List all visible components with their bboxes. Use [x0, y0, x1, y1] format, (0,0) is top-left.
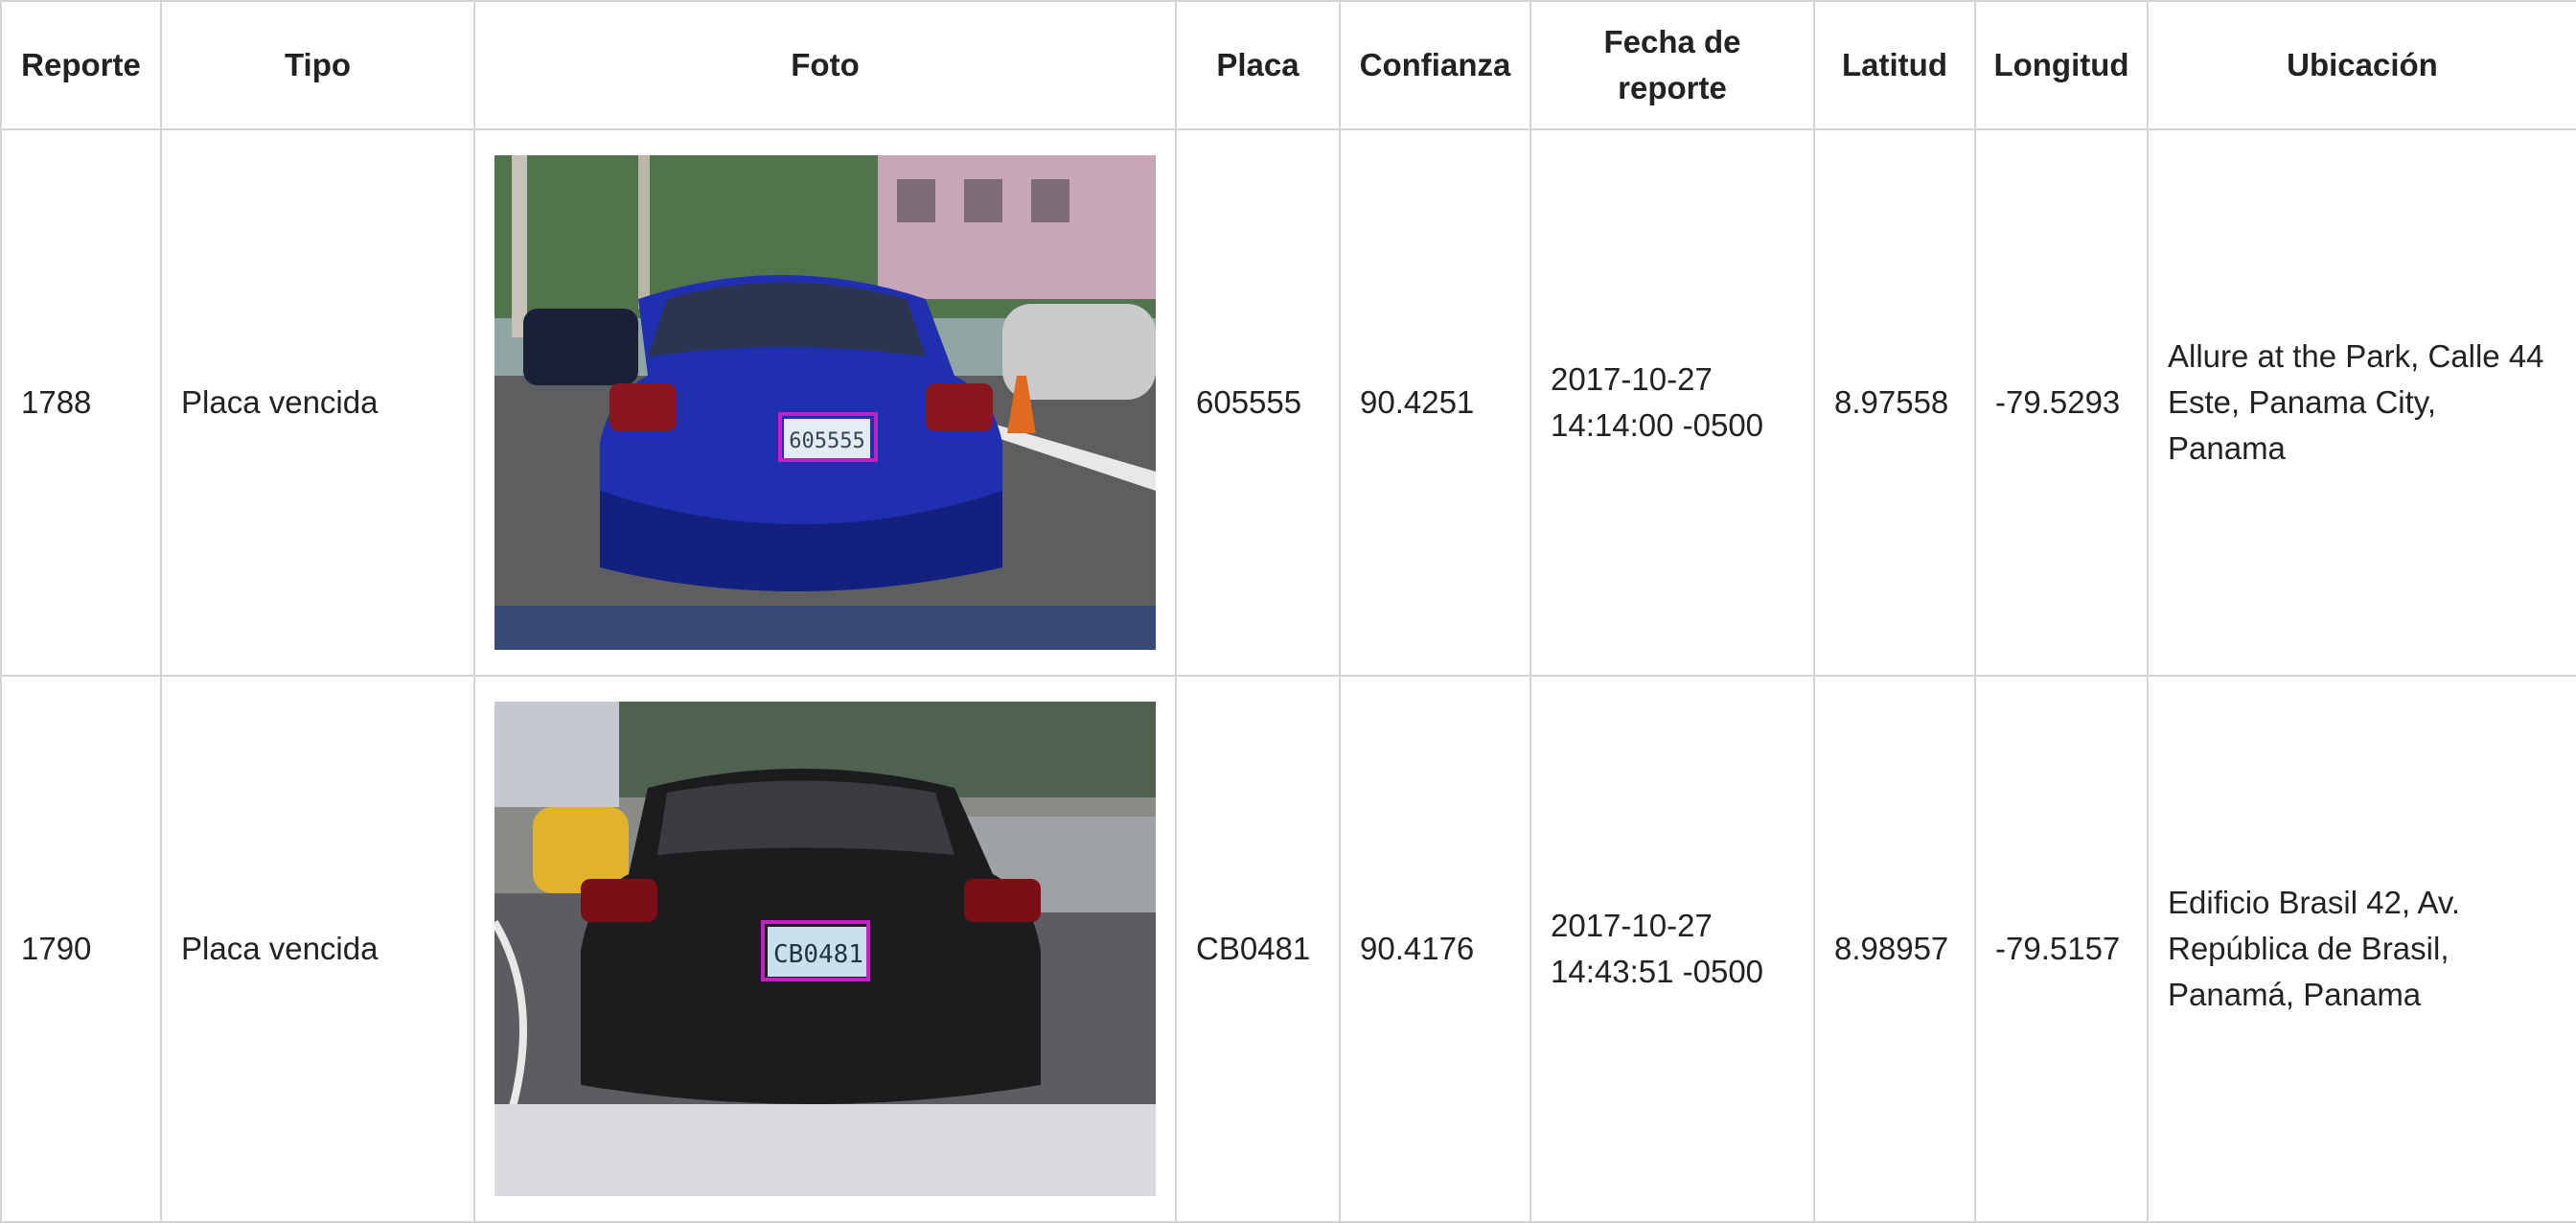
cell-fecha: 2017-10-27 14:14:00 -0500 — [1530, 128, 1815, 677]
header-row: Reporte Tipo Foto Placa Confianza Fecha … — [0, 0, 2576, 130]
reports-table: Reporte Tipo Foto Placa Confianza Fecha … — [0, 0, 2576, 1223]
vehicle-photo[interactable]: 605555 — [494, 155, 1156, 650]
header-fecha-line1: Fecha de — [1603, 24, 1741, 59]
cell-confianza: 90.4176 — [1339, 675, 1531, 1223]
header-tipo: Tipo — [160, 0, 475, 130]
fecha-date: 2017-10-27 — [1551, 361, 1713, 397]
cell-reporte: 1788 — [0, 128, 162, 677]
cell-ubicacion: Allure at the Park, Calle 44 Este, Panama… — [2147, 128, 2576, 677]
cell-latitud: 8.97558 — [1813, 128, 1976, 677]
header-ubicacion: Ubicación — [2147, 0, 2576, 130]
header-fecha-line2: reporte — [1618, 70, 1727, 105]
cell-latitud: 8.98957 — [1813, 675, 1976, 1223]
ubicacion-line1: Allure at the Park, Calle 44 — [2168, 338, 2544, 374]
plate-highlight-box — [761, 920, 870, 981]
cell-foto: CB0481 — [473, 675, 1177, 1223]
fecha-time: 14:43:51 -0500 — [1551, 954, 1764, 989]
plate-highlight-box — [778, 412, 878, 462]
header-confianza: Confianza — [1339, 0, 1531, 130]
header-placa: Placa — [1175, 0, 1341, 130]
header-foto: Foto — [473, 0, 1177, 130]
header-reporte: Reporte — [0, 0, 162, 130]
table-row: 1790 Placa vencida CB0481 CB0481 90.4176… — [0, 675, 2576, 1223]
fecha-time: 14:14:00 -0500 — [1551, 407, 1764, 443]
cell-placa: 605555 — [1175, 128, 1341, 677]
header-longitud: Longitud — [1974, 0, 2149, 130]
cell-tipo: Placa vencida — [160, 128, 475, 677]
cell-tipo: Placa vencida — [160, 675, 475, 1223]
cell-foto: 605555 — [473, 128, 1177, 677]
header-fecha: Fecha de reporte — [1530, 0, 1815, 130]
cell-ubicacion: Edificio Brasil 42, Av. República de Bras… — [2147, 675, 2576, 1223]
blue-car-photo-image: 605555 — [494, 155, 1156, 650]
cell-longitud: -79.5157 — [1974, 675, 2149, 1223]
cell-longitud: -79.5293 — [1974, 128, 2149, 677]
ubicacion-line2: Este, Panama City, Panama — [2168, 384, 2437, 466]
vehicle-photo[interactable]: CB0481 — [494, 702, 1156, 1196]
ubicacion-line1: Edificio Brasil 42, Av. — [2168, 885, 2461, 920]
fecha-date: 2017-10-27 — [1551, 908, 1713, 943]
table-row: 1788 Placa vencida 605555 605555 90.4251… — [0, 128, 2576, 677]
header-latitud: Latitud — [1813, 0, 1976, 130]
cell-fecha: 2017-10-27 14:43:51 -0500 — [1530, 675, 1815, 1223]
cell-placa: CB0481 — [1175, 675, 1341, 1223]
cell-reporte: 1790 — [0, 675, 162, 1223]
ubicacion-line2: República de Brasil, — [2168, 931, 2450, 966]
cell-confianza: 90.4251 — [1339, 128, 1531, 677]
ubicacion-line3: Panamá, Panama — [2168, 977, 2422, 1012]
